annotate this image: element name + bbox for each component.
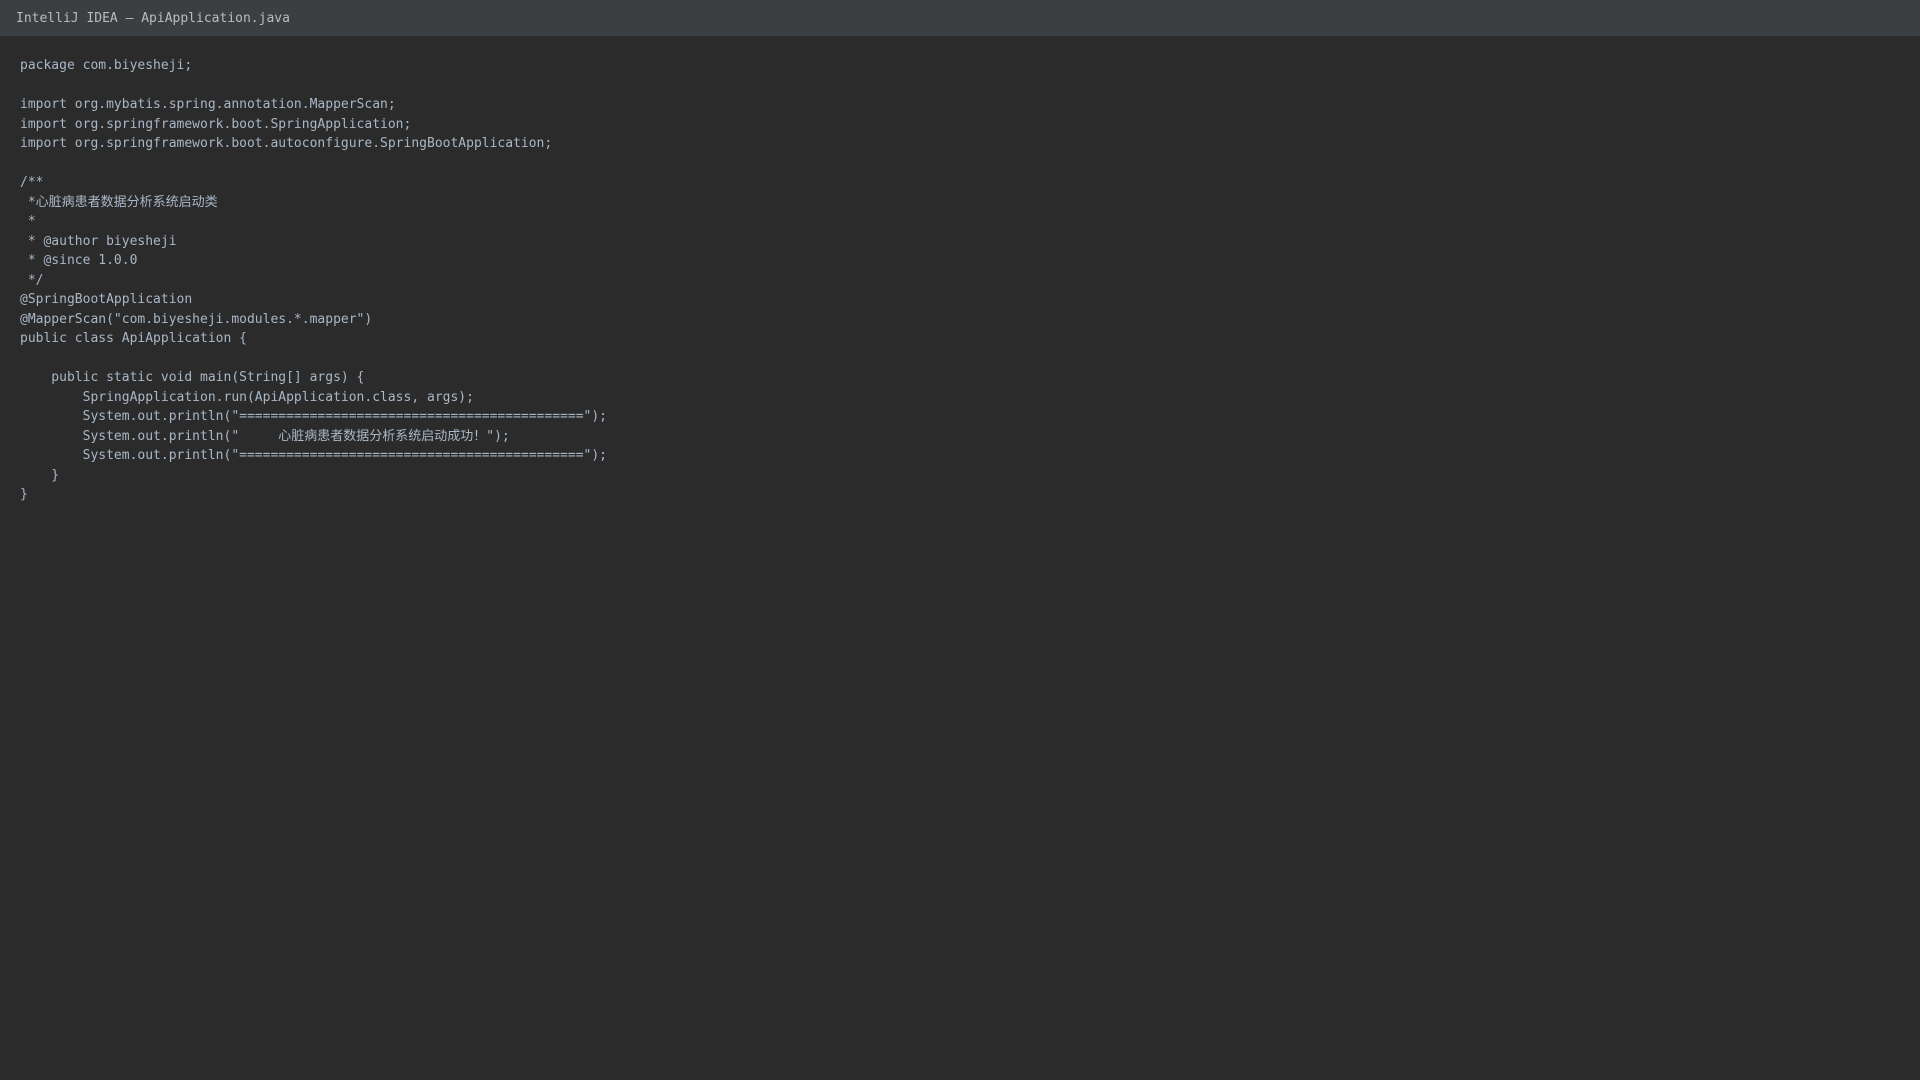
code-line[interactable]: @SpringBootApplication [20,290,607,310]
code-line[interactable] [20,349,607,369]
code-line[interactable]: @MapperScan("com.biyesheji.modules.*.map… [20,310,607,330]
code-line[interactable]: import org.springframework.boot.autoconf… [20,134,607,154]
code-line[interactable]: package com.biyesheji; [20,56,607,76]
code-line[interactable]: System.out.println(" 心脏病患者数据分析系统启动成功！"); [20,427,607,447]
code-line[interactable]: import org.mybatis.spring.annotation.Map… [20,95,607,115]
code-content[interactable]: package com.biyesheji; import org.mybatis… [20,56,607,505]
code-line[interactable]: * @author biyesheji [20,232,607,252]
code-line[interactable]: public static void main(String[] args) { [20,368,607,388]
code-line[interactable]: *心脏病患者数据分析系统启动类 [20,193,607,213]
ide-window: IntelliJ IDEA — ApiApplication.java pack… [0,0,1920,1080]
code-line[interactable]: } [20,466,607,486]
code-line[interactable]: SpringApplication.run(ApiApplication.cla… [20,388,607,408]
window-title: IntelliJ IDEA — ApiApplication.java [16,10,290,26]
code-line[interactable]: import org.springframework.boot.SpringAp… [20,115,607,135]
code-line[interactable]: */ [20,271,607,291]
code-line[interactable]: } [20,485,607,505]
title-bar: IntelliJ IDEA — ApiApplication.java [0,0,1920,36]
code-line[interactable]: * [20,212,607,232]
code-line[interactable]: System.out.println("====================… [20,446,607,466]
code-line[interactable] [20,154,607,174]
code-line[interactable]: public class ApiApplication { [20,329,607,349]
code-line[interactable]: /** [20,173,607,193]
code-line[interactable]: * @since 1.0.0 [20,251,607,271]
code-editor[interactable]: package com.biyesheji; import org.mybatis… [0,36,1920,1080]
code-line[interactable]: System.out.println("====================… [20,407,607,427]
code-line[interactable] [20,76,607,96]
